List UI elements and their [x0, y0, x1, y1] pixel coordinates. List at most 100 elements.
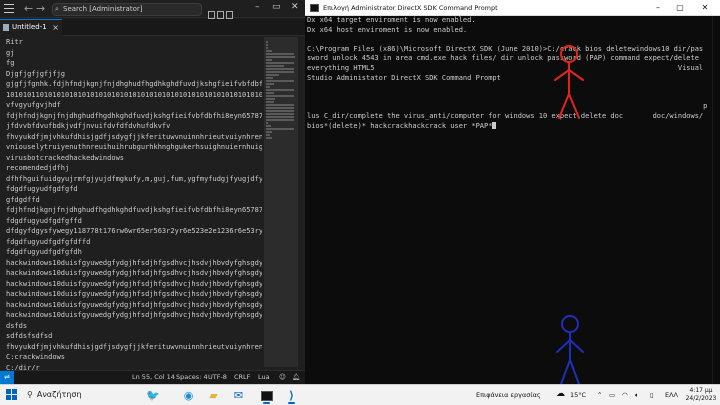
code-line[interactable]: dfhfhguifuidgyujrmfgjyujdfmgkufy,m,guj,f… [0, 174, 262, 185]
code-line[interactable]: hackwindows10duisfgyuwedgfydgjhfsdjhfgsd… [0, 268, 262, 279]
console-line: C:\Program Files (x86)\Microsoft DirectX… [307, 44, 704, 53]
minimize-button[interactable]: – [255, 2, 260, 12]
code-line[interactable]: hackwindows10duisfgyuwedgfydgjhfsdjhfgsd… [0, 279, 262, 290]
cmd-minimize-button[interactable]: – [650, 1, 666, 14]
eol-setting[interactable]: CRLF [234, 373, 250, 382]
input-language[interactable]: ΕΛΛ [665, 390, 678, 400]
editor-text-area[interactable]: Ritr gj fg Djgfjgfjgfjfjg gjgfjfgnhk.fdjhfnd… [0, 37, 262, 370]
menu-icon[interactable] [4, 4, 14, 14]
code-line[interactable]: fhvyukdfjmjvhkufdhisjgdfjsdygfjjkferituw… [0, 342, 262, 353]
code-line[interactable]: virusbotcrackedhackedwindows [0, 153, 262, 164]
file-explorer-icon[interactable]: ▰ [205, 387, 222, 404]
code-line[interactable]: hackwindows10duisfgyuwedgfydgjhfsdjhfgsd… [0, 310, 262, 321]
code-line[interactable]: jfdvvbfdvufbdkjvdfjnvuifdvfdfdvhufdkvfv [0, 121, 262, 132]
code-line[interactable]: fdjhfndjkgnjfnjdhghudfhgdhkghdfuvdjkshgf… [0, 111, 262, 122]
show-hidden-icons-chevron-icon[interactable]: ⌃ [597, 390, 602, 400]
edge-browser-icon[interactable]: ◉ [180, 387, 197, 404]
back-arrow-icon[interactable]: ← [24, 3, 33, 15]
code-line[interactable]: fdgdfugyudfgdfgffd [0, 216, 262, 227]
taskbar-search[interactable]: ⚲ Αναζήτηση [27, 389, 82, 401]
minimap-line [266, 92, 274, 94]
console-output[interactable]: Dx x64 target enviroment is now enabled.… [305, 16, 712, 384]
volume-icon[interactable]: 🔈︎ [635, 390, 639, 400]
minimap-line [266, 95, 294, 97]
code-line[interactable]: hackwindows10duisfgyuwedgfydgjhfsdjhfgsd… [0, 300, 262, 311]
search-label: Search [Administrator] [63, 5, 143, 13]
minimap-line [266, 86, 270, 88]
bird-highlight-icon[interactable]: 🐦 [140, 387, 166, 404]
wifi-icon[interactable]: ◠ [622, 390, 628, 400]
cursor-position[interactable]: Ln 55, Col 14 [132, 373, 175, 382]
code-line[interactable]: 1010101101010101010101010101010101010101… [0, 90, 262, 101]
code-line[interactable]: dfdgyfdgysfywegy118778t176rw6wr65er563r2… [0, 226, 262, 237]
battery-icon[interactable]: ▯ [650, 390, 654, 400]
vscode-taskbar-icon[interactable]: ⟩ [283, 387, 300, 404]
close-button[interactable]: ✕ [291, 2, 299, 12]
code-line[interactable]: vfvgyufgvjhdf [0, 100, 262, 111]
forward-arrow-icon[interactable]: → [36, 3, 45, 15]
cmd-titlebar: Επιλογή Administrator DirectX SDK Comman… [305, 0, 720, 16]
minimap-line [266, 68, 294, 70]
network-icon[interactable]: ▭ [609, 390, 615, 400]
weather-icon[interactable]: ☁ [556, 389, 565, 399]
code-line[interactable]: gj [0, 48, 262, 59]
code-line[interactable]: recomendedjdfhj [0, 163, 262, 174]
code-line[interactable]: hackwindows10duisfgyuwedgfydgjhfsdjhfgsd… [0, 289, 262, 300]
close-tab-icon[interactable]: × [52, 20, 59, 35]
layout-controls[interactable] [208, 4, 238, 19]
vscode-window: ← → ⌕ Search [Administrator] – ▭ ✕ Untit… [0, 0, 305, 384]
system-clock[interactable]: 4:17 μμ 24/2/2023 [685, 387, 717, 403]
code-line[interactable]: hackwindows10duisfgyuwedgfydgjhfsdjhfgsd… [0, 258, 262, 269]
minimap-line [266, 59, 272, 61]
command-center-search[interactable]: ⌕ Search [Administrator] [52, 3, 202, 16]
desktop-label[interactable]: Επιφάνεια εργασίας [476, 390, 541, 400]
minimap-line [266, 62, 294, 64]
code-line[interactable]: gjgfjfgnhk.fdjhfndjkgnjfnjdhghudfhgdhkgh… [0, 79, 262, 90]
maximize-button[interactable]: ▭ [272, 2, 281, 12]
minimap-line [266, 65, 284, 67]
code-line[interactable]: fhvyukdfjmjvhkufdhisjgdfjsdygfjjkferituw… [0, 132, 262, 143]
minimap-line [266, 134, 270, 136]
code-line[interactable]: Ritr [0, 37, 262, 48]
code-line[interactable]: Djgfjgfjgfjfjg [0, 69, 262, 80]
minimap-line [266, 131, 272, 133]
command-prompt-taskbar-icon[interactable] [258, 387, 275, 404]
mail-icon[interactable]: ✉ [230, 387, 247, 404]
minimap-line [266, 74, 279, 76]
console-line: p [307, 102, 708, 111]
notifications-bell-icon[interactable]: 🔔︎ [292, 373, 300, 382]
minimap-line [266, 41, 268, 43]
language-mode[interactable]: Lua [258, 373, 270, 382]
remote-indicator-icon[interactable]: ⇌ [0, 371, 14, 384]
cmd-close-button[interactable]: ✕ [697, 1, 713, 14]
temperature[interactable]: 15°C [570, 390, 586, 400]
console-line: Dx x64 target enviroment is now enabled. [307, 16, 476, 24]
code-line[interactable]: dsfds [0, 321, 262, 332]
desktop: ← → ⌕ Search [Administrator] – ▭ ✕ Untit… [0, 0, 720, 405]
feedback-icon[interactable]: ☺ [279, 373, 286, 382]
code-line[interactable]: C:/dir/r [0, 363, 262, 371]
search-icon: ⌕ [55, 5, 59, 13]
code-line[interactable]: fg [0, 58, 262, 69]
editor-scrollbar[interactable] [297, 37, 305, 370]
encoding-setting[interactable]: UTF-8 [208, 373, 227, 382]
code-line[interactable]: vniouselytruiyenuthnreuihuihrubgurhkhngh… [0, 142, 262, 153]
minimap-line [266, 77, 273, 79]
code-line[interactable]: C:crackwindows [0, 352, 262, 363]
tab-untitled-1[interactable]: Untitled-1 × [0, 19, 62, 36]
minimap-line [266, 53, 294, 55]
red-stick-figure-drawing [554, 45, 584, 119]
minimap-line [266, 50, 272, 52]
cmd-scrollbar[interactable] [712, 16, 720, 384]
start-button[interactable] [6, 389, 18, 401]
code-line[interactable]: fdgdfugyudfgdfgfd [0, 184, 262, 195]
code-line[interactable]: fdgdfugyudfgdfgfdh [0, 247, 262, 258]
indentation-setting[interactable]: Spaces: 4 [176, 373, 208, 382]
code-line[interactable]: gfdgdffd [0, 195, 262, 206]
minimap[interactable] [264, 37, 297, 370]
cmd-maximize-button[interactable]: ▢ [672, 1, 688, 14]
code-line[interactable]: fdjhfndjkgnjfnjdhghudfhgdhkghdfuvdjkshgf… [0, 205, 262, 216]
code-line[interactable]: sdfdsfsdfsd [0, 331, 262, 342]
code-line[interactable]: fdgdfugyudfgdfgfdffd [0, 237, 262, 248]
